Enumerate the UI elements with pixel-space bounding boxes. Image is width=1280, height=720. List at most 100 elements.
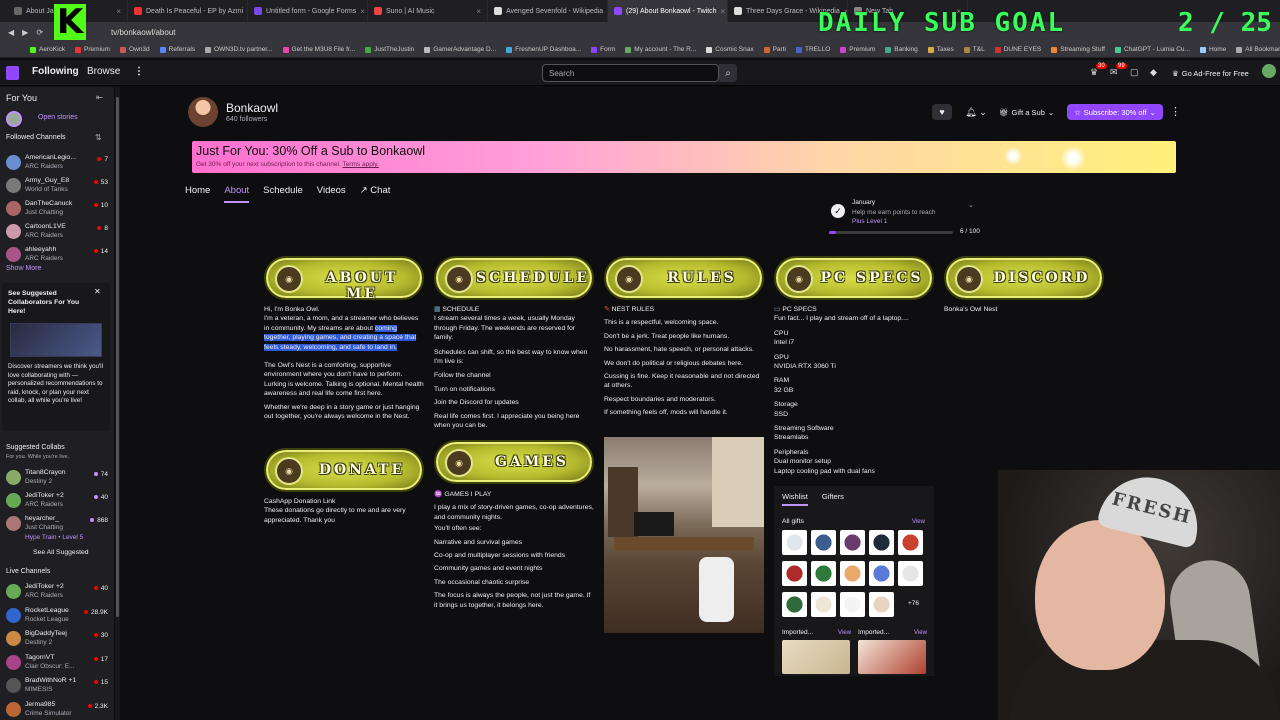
reload-icon[interactable]: ⟳: [36, 28, 43, 37]
bookmark-item[interactable]: Taxes: [927, 46, 954, 53]
bookmark-item[interactable]: Get the M3U8 File fr...: [282, 46, 355, 53]
bookmark-item[interactable]: Premium: [75, 46, 110, 53]
bookmark-item[interactable]: Streaming Stuff: [1051, 46, 1105, 53]
channel-list-item[interactable]: RocketLeague Rocket League 28.9K: [6, 605, 114, 627]
channel-avatar[interactable]: [188, 97, 218, 127]
subscribe-button[interactable]: ☆ Subscribe: 30% off ⌄: [1067, 104, 1163, 120]
whisper-icon[interactable]: ▢: [1130, 67, 1139, 78]
wishlist-gift-item[interactable]: [811, 530, 836, 555]
twitch-logo-icon[interactable]: [6, 66, 19, 80]
inbox-icon[interactable]: ✉: [1110, 67, 1118, 78]
bookmark-item[interactable]: Own3d: [120, 46, 150, 53]
wishlist-gift-item[interactable]: [811, 561, 836, 586]
more-gifts-count[interactable]: +76: [908, 600, 919, 607]
bookmark-item[interactable]: Referrals: [159, 46, 195, 53]
close-icon[interactable]: ✕: [94, 287, 101, 296]
channel-list-item[interactable]: DanTheCanuck Just Chatting 10: [6, 198, 114, 220]
points-goal-card[interactable]: ✓ January Help me earn points to reach P…: [824, 199, 984, 239]
url-field[interactable]: tv/bonkaowl/about: [111, 28, 176, 37]
browser-tab[interactable]: Death Is Peaceful - EP by Azmi×: [128, 0, 248, 22]
wishlist-gift-item[interactable]: [898, 561, 923, 586]
channel-list-item[interactable]: JediToker +2 ARC Raiders 40: [6, 490, 114, 512]
bookmark-item[interactable]: My account - The R...: [625, 46, 696, 53]
wishlist-gift-item[interactable]: [840, 530, 865, 555]
bookmark-item[interactable]: Form: [591, 46, 615, 53]
stories-avatar[interactable]: [6, 111, 22, 127]
channel-list-item[interactable]: JediToker +2 ARC Raiders 40: [6, 581, 114, 603]
tab-home[interactable]: Home: [185, 185, 210, 203]
wishlist-gift-item[interactable]: [811, 592, 836, 617]
sort-icon[interactable]: ⇅: [95, 133, 102, 142]
chevron-down-icon[interactable]: ⌄: [968, 201, 974, 209]
channel-list-item[interactable]: TagornVT Clair Obscur: E... 17: [6, 652, 114, 674]
wishlist-gift-item[interactable]: [898, 530, 923, 555]
wishlist-gift-item[interactable]: [869, 530, 894, 555]
channel-list-item[interactable]: BigDaddyTeej Destiny 2 30: [6, 628, 114, 650]
close-tab-icon[interactable]: ×: [721, 7, 726, 16]
view-all-link[interactable]: View: [912, 519, 925, 525]
tab-schedule[interactable]: Schedule: [263, 185, 303, 203]
bookmark-item[interactable]: TRELLO: [795, 46, 830, 53]
bookmark-item[interactable]: Cosmic Snax: [706, 46, 754, 53]
forward-icon[interactable]: ▶: [22, 28, 28, 37]
search-input[interactable]: Search: [542, 64, 719, 82]
wishlist-gift-item[interactable]: [840, 561, 865, 586]
tab-chat[interactable]: ↗ Chat: [360, 185, 391, 203]
tab-videos[interactable]: Videos: [317, 185, 346, 203]
panel-header-donate[interactable]: ◉ DONATE: [264, 448, 424, 492]
notification-bell-icon[interactable]: 🔔︎ ⌄: [962, 104, 990, 120]
cashapp-link[interactable]: CashApp Donation Link: [264, 497, 424, 506]
discord-panel-text[interactable]: Bonka's Owl Nest: [944, 305, 1104, 314]
channel-list-item[interactable]: CartoonL1VE ARC Raiders 8: [6, 221, 114, 243]
channel-list-item[interactable]: heyarcher_ Just Chatting 868: [6, 513, 114, 535]
bookmark-item[interactable]: Parti: [763, 46, 786, 53]
tab-wishlist[interactable]: Wishlist: [782, 492, 808, 506]
wishlist-gift-item[interactable]: [782, 530, 807, 555]
wishlist-gift-item[interactable]: [869, 561, 894, 586]
collapse-sidebar-icon[interactable]: ⇤: [96, 92, 103, 103]
open-stories-link[interactable]: Open stories: [38, 114, 78, 121]
sub-discount-banner[interactable]: Just For You: 30% Off a Sub to Bonkaowl …: [192, 141, 1176, 173]
channel-name[interactable]: Bonkaowl: [226, 101, 278, 115]
bookmark-item[interactable]: Banking: [885, 46, 918, 53]
bookmark-item[interactable]: DUNE EYES: [994, 46, 1041, 53]
wishlist-gift-item[interactable]: [869, 592, 894, 617]
bookmark-item[interactable]: GamerAdvantage D...: [424, 46, 496, 53]
close-tab-icon[interactable]: ×: [476, 7, 481, 16]
close-tab-icon[interactable]: ×: [116, 7, 121, 16]
imported-gift-image[interactable]: [782, 640, 850, 674]
nav-more-icon[interactable]: ⋮: [134, 66, 144, 77]
terms-link[interactable]: Terms apply.: [342, 161, 378, 168]
back-icon[interactable]: ◀: [8, 28, 14, 37]
bookmark-item[interactable]: Home: [1199, 46, 1226, 53]
bookmark-item[interactable]: Premium: [840, 46, 875, 53]
channel-list-item[interactable]: Army_Guy_E8 World of Tanks 53: [6, 175, 114, 197]
search-icon[interactable]: ⌕: [719, 64, 737, 82]
bookmark-item[interactable]: JustTheJustin: [365, 46, 414, 53]
close-tab-icon[interactable]: ×: [360, 7, 365, 16]
channel-list-item[interactable]: Titan8Crayon Destiny 2 74: [6, 467, 114, 489]
browser-tab[interactable]: Suno | AI Music ×: [368, 0, 488, 22]
gift-sub-button[interactable]: 🎁︎ Gift a Sub ⌄: [999, 104, 1061, 120]
tab-about[interactable]: About: [224, 185, 250, 203]
nav-browse[interactable]: Browse: [87, 66, 120, 77]
channel-list-item[interactable]: Jerma985 Crime Simulator 2.3K: [6, 699, 114, 720]
more-options-icon[interactable]: ⋮: [1170, 105, 1181, 118]
panel-header-discord[interactable]: ◉ DISCORD: [944, 256, 1104, 300]
see-all-suggested-link[interactable]: See All Suggested: [33, 549, 89, 556]
view-link[interactable]: View: [838, 630, 851, 636]
user-avatar[interactable]: [1262, 64, 1276, 78]
wishlist-gift-item[interactable]: [782, 592, 807, 617]
bookmark-item[interactable]: ChatGPT - Lumia Cu...: [1114, 46, 1190, 53]
bookmark-item[interactable]: All Bookmarks: [1236, 46, 1280, 53]
show-more-link[interactable]: Show More: [6, 265, 41, 272]
tab-gifters[interactable]: Gifters: [822, 492, 844, 506]
nav-following[interactable]: Following: [32, 66, 79, 77]
browser-tab[interactable]: (29) About Bonkaowl - Twitch ×: [608, 0, 728, 22]
channel-list-item[interactable]: AmericanLegio... ARC Raiders 7: [6, 152, 114, 174]
bits-icon[interactable]: ◆: [1150, 67, 1157, 78]
wishlist-gift-item[interactable]: [840, 592, 865, 617]
channel-list-item[interactable]: BradWithNoR +1 MIMESIS 15: [6, 675, 114, 697]
browser-tab[interactable]: Untitled form - Google Forms ×: [248, 0, 368, 22]
channel-list-item[interactable]: ahleeyahh ARC Raiders 14: [6, 244, 114, 266]
